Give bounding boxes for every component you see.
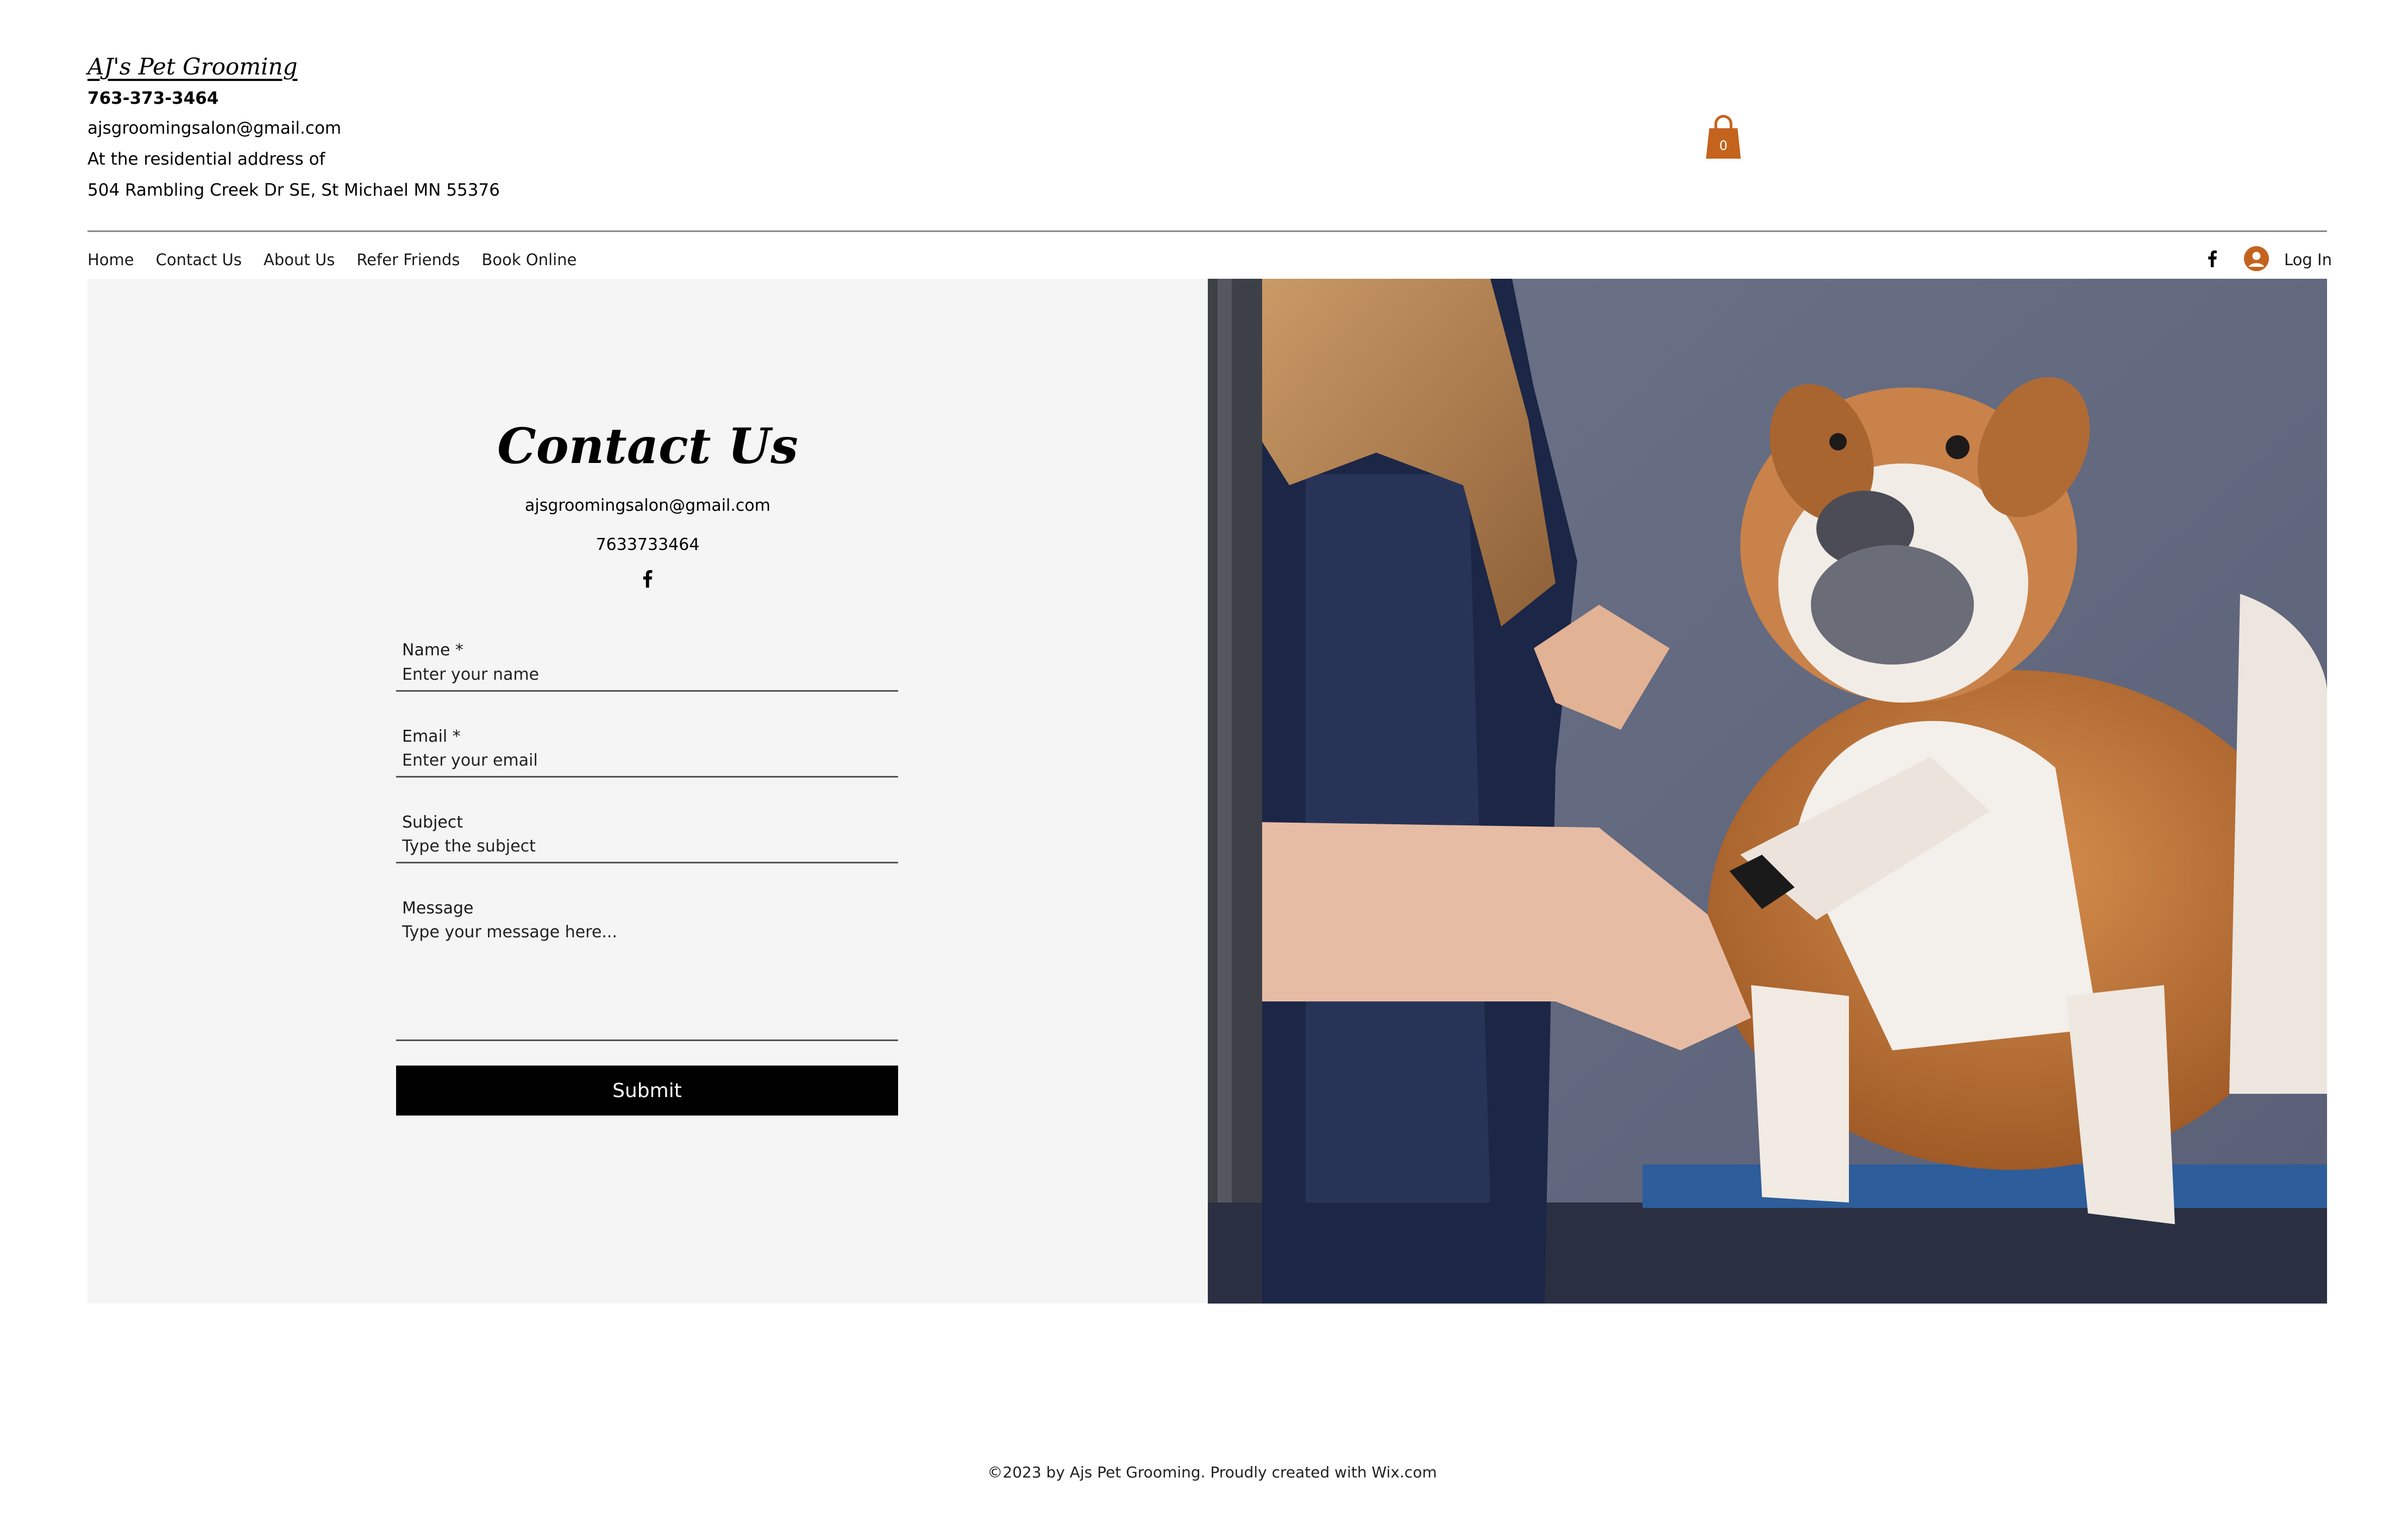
page: AJ's Pet Grooming 763-373-3464 ajsgroomi…	[0, 0, 2408, 1516]
subject-label: Subject	[402, 813, 463, 832]
header-phone: 763-373-3464	[87, 89, 219, 108]
email-label: Email *	[402, 727, 461, 746]
facebook-icon[interactable]	[2202, 247, 2223, 269]
header-address-line-2: 504 Rambling Creek Dr SE, St Michael MN …	[87, 180, 500, 200]
nav-book-online[interactable]: Book Online	[482, 248, 577, 272]
nav-refer-friends[interactable]: Refer Friends	[356, 248, 460, 272]
email-input[interactable]	[396, 745, 898, 778]
user-avatar-icon[interactable]	[2244, 246, 2269, 271]
message-textarea[interactable]	[396, 911, 898, 1041]
name-input[interactable]	[396, 659, 898, 692]
header-divider	[87, 230, 2327, 232]
cart-count: 0	[1719, 138, 1728, 153]
contact-email[interactable]: ajsgroomingsalon@gmail.com	[87, 496, 1208, 515]
main-nav: Home Contact Us About Us Refer Friends B…	[87, 248, 576, 272]
submit-button[interactable]: Submit	[396, 1066, 898, 1116]
nav-about-us[interactable]: About Us	[264, 248, 335, 272]
login-link[interactable]: Log In	[2284, 248, 2332, 272]
header-email: ajsgroomingsalon@gmail.com	[87, 118, 342, 138]
nav-home[interactable]: Home	[87, 248, 134, 272]
nav-contact-us[interactable]: Contact Us	[156, 248, 242, 272]
site-logo[interactable]: AJ's Pet Grooming	[87, 53, 297, 80]
hero-photo	[1208, 279, 2327, 1304]
footer-text: ©2023 by Ajs Pet Grooming. Proudly creat…	[987, 1463, 1437, 1481]
facebook-icon[interactable]	[636, 567, 659, 590]
contact-panel: Contact Us ajsgroomingsalon@gmail.com 76…	[87, 279, 1208, 1304]
contact-phone: 7633733464	[595, 535, 700, 554]
header-address-line-1: At the residential address of	[87, 149, 325, 169]
cart-button[interactable]: 0	[1705, 114, 1742, 160]
name-label: Name *	[402, 641, 464, 660]
contact-title: Contact Us	[497, 417, 798, 475]
subject-input[interactable]	[396, 831, 898, 863]
